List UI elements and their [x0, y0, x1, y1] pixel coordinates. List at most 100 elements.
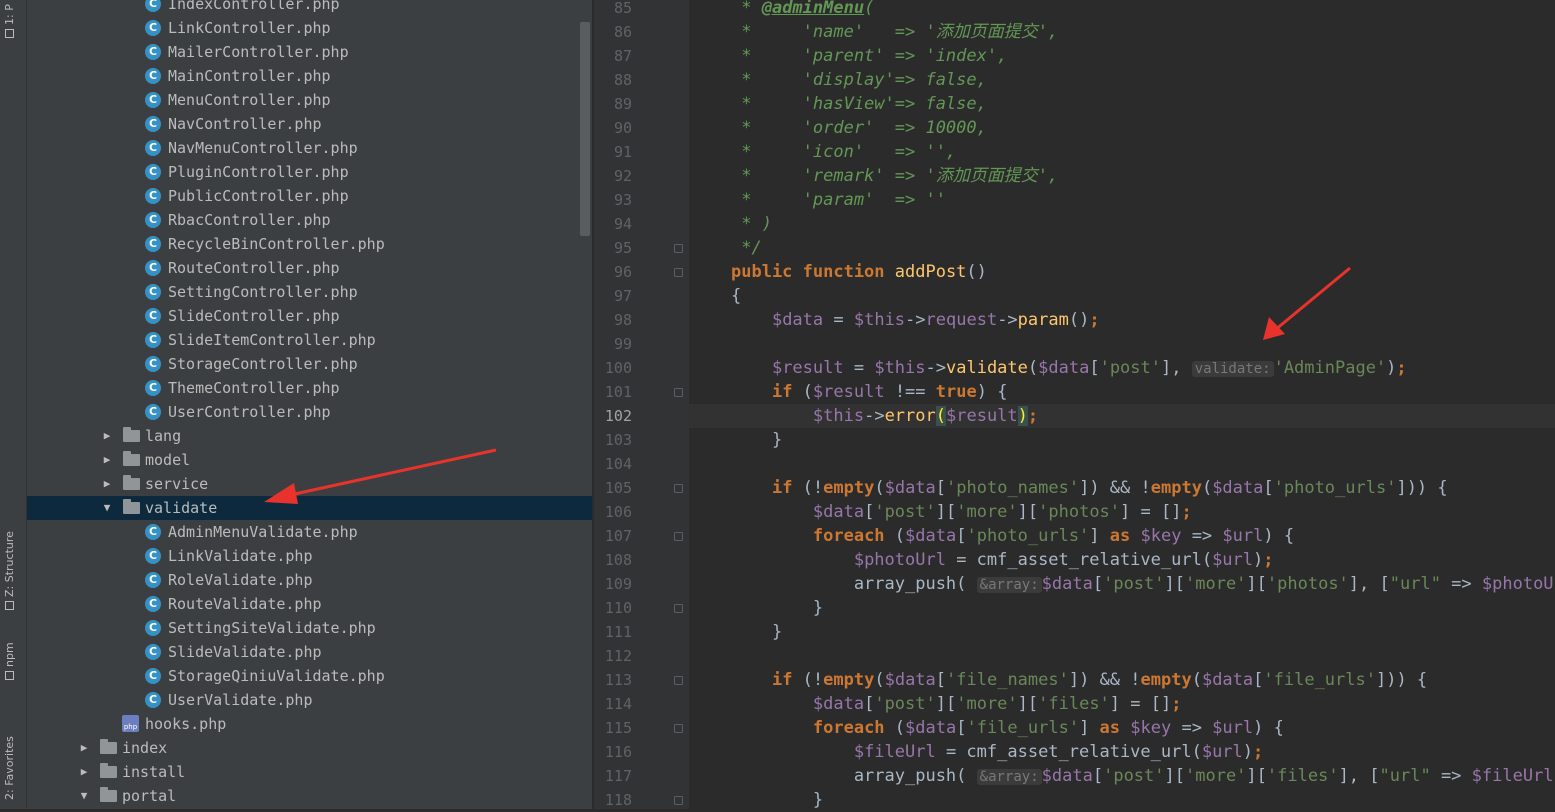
code-line[interactable]: $fileUrl = cmf_asset_relative_url($url);	[689, 740, 1555, 764]
code-line[interactable]: $data['post']['more']['photos'] = [];	[689, 500, 1555, 524]
code-line[interactable]	[689, 644, 1555, 668]
tree-file[interactable]: C LinkValidate.php	[27, 544, 592, 568]
tree-file[interactable]: C NavController.php	[27, 112, 592, 136]
code-line[interactable]: if (!empty($data['file_names']) && !empt…	[689, 668, 1555, 692]
code-token: $data	[1201, 670, 1254, 690]
tree-file[interactable]: php hooks.php	[27, 712, 592, 736]
tree-folder-portal[interactable]: ▼ portal	[27, 784, 592, 808]
chevron-right-icon[interactable]: ▶	[77, 736, 91, 760]
project-icon	[5, 29, 14, 38]
chevron-right-icon[interactable]: ▶	[100, 472, 114, 496]
tree-file[interactable]: C NavMenuController.php	[27, 136, 592, 160]
code-line[interactable]: * 'remark' => '添加页面提交',	[689, 164, 1555, 188]
code-line[interactable]: * 'parent' => 'index',	[689, 44, 1555, 68]
chevron-right-icon[interactable]: ▶	[100, 424, 114, 448]
code-line[interactable]: * 'hasView'=> false,	[689, 92, 1555, 116]
tree-folder-model[interactable]: ▶ model	[27, 448, 592, 472]
fold-marker-icon[interactable]	[674, 484, 683, 493]
tree-file[interactable]: C RouteValidate.php	[27, 592, 592, 616]
tree-file[interactable]: C ThemeController.php	[27, 376, 592, 400]
fold-marker-icon[interactable]	[674, 604, 683, 613]
code-line[interactable]: $result = $this->validate($data['post'],…	[689, 356, 1555, 380]
chevron-down-icon[interactable]: ▼	[77, 784, 91, 808]
tree-file[interactable]: C LinkController.php	[27, 16, 592, 40]
fold-marker-icon[interactable]	[674, 244, 683, 253]
code-line[interactable]: }	[689, 788, 1555, 809]
code-token: addPost	[894, 262, 967, 282]
tree-file[interactable]: C UserValidate.php	[27, 688, 592, 712]
tree-file[interactable]: C MailerController.php	[27, 40, 592, 64]
code-token: 'file_names'	[946, 670, 1069, 690]
project-tool-tab[interactable]: 1: P	[3, 4, 16, 38]
tree-file[interactable]: C SlideItemController.php	[27, 328, 592, 352]
code-line[interactable]: array_push( &array: $data['post']['more']…	[689, 764, 1555, 788]
code-token: * 'hasView'=> false,	[731, 94, 987, 114]
chevron-down-icon[interactable]: ▼	[100, 496, 114, 520]
npm-icon	[5, 671, 14, 680]
fold-marker-icon[interactable]	[674, 268, 683, 277]
code-line[interactable]: $this->error($result);	[689, 404, 1555, 428]
code-line[interactable]: array_push( &array: $data['post']['more']…	[689, 572, 1555, 596]
fold-marker-icon[interactable]	[674, 724, 683, 733]
code-line[interactable]: * )	[689, 212, 1555, 236]
code-line[interactable]: public function addPost()	[689, 260, 1555, 284]
tree-file[interactable]: C RecycleBinController.php	[27, 232, 592, 256]
code-line[interactable]: foreach ($data['photo_urls'] as $key => …	[689, 524, 1555, 548]
tree-file[interactable]: C AdminMenuValidate.php	[27, 520, 592, 544]
favorites-tool-tab[interactable]: 2: Favorites	[3, 736, 16, 800]
code-line[interactable]: $photoUrl = cmf_asset_relative_url($url)…	[689, 548, 1555, 572]
tree-file[interactable]: C SlideValidate.php	[27, 640, 592, 664]
code-line[interactable]: * 'icon' => '',	[689, 140, 1555, 164]
code-line[interactable]: * @adminMenu(	[689, 0, 1555, 20]
tree-scrollbar[interactable]	[580, 22, 590, 236]
npm-tab-label: npm	[3, 642, 16, 667]
tree-file[interactable]: C SettingController.php	[27, 280, 592, 304]
chevron-right-icon[interactable]: ▶	[100, 448, 114, 472]
code-line[interactable]: * 'display'=> false,	[689, 68, 1555, 92]
tree-folder-index[interactable]: ▶ index	[27, 736, 592, 760]
code-line[interactable]	[689, 452, 1555, 476]
code-line[interactable]: $data = $this->request->param();	[689, 308, 1555, 332]
tree-file[interactable]: C StorageController.php	[27, 352, 592, 376]
tree-folder-lang[interactable]: ▶ lang	[27, 424, 592, 448]
code-line[interactable]	[689, 332, 1555, 356]
tree-file[interactable]: C MainController.php	[27, 64, 592, 88]
code-line[interactable]: * 'param' => ''	[689, 188, 1555, 212]
code-line[interactable]: if (!empty($data['photo_names']) && !emp…	[689, 476, 1555, 500]
tree-folder-validate[interactable]: ▼ validate	[27, 496, 592, 520]
tree-file[interactable]: C StorageQiniuValidate.php	[27, 664, 592, 688]
code-line[interactable]: }	[689, 428, 1555, 452]
code-editor[interactable]: * @adminMenu( * 'name' => '添加页面提交', * 'p…	[689, 0, 1555, 809]
tree-file[interactable]: C RbacController.php	[27, 208, 592, 232]
structure-tool-tab[interactable]: Z: Structure	[3, 531, 16, 610]
tree-file[interactable]: C PublicController.php	[27, 184, 592, 208]
code-line[interactable]: }	[689, 620, 1555, 644]
code-line[interactable]: foreach ($data['file_urls'] as $key => $…	[689, 716, 1555, 740]
tree-file[interactable]: C SettingSiteValidate.php	[27, 616, 592, 640]
code-line[interactable]: * 'order' => 10000,	[689, 116, 1555, 140]
code-line[interactable]: */	[689, 236, 1555, 260]
fold-marker-icon[interactable]	[674, 388, 683, 397]
code-line[interactable]: {	[689, 284, 1555, 308]
chevron-right-icon[interactable]: ▶	[77, 760, 91, 784]
tree-folder-install[interactable]: ▶ install	[27, 760, 592, 784]
tree-file[interactable]: C RouteController.php	[27, 256, 592, 280]
fold-marker-icon[interactable]	[674, 532, 683, 541]
code-line[interactable]: if ($result !== true) {	[689, 380, 1555, 404]
fold-marker-icon[interactable]	[674, 676, 683, 685]
tree-file[interactable]: C IndexController.php	[27, 0, 592, 16]
tree-file[interactable]: C RoleValidate.php	[27, 568, 592, 592]
tree-file[interactable]: C UserController.php	[27, 400, 592, 424]
tree-folder-service[interactable]: ▶ service	[27, 472, 592, 496]
npm-tool-tab[interactable]: npm	[3, 642, 16, 680]
project-tree[interactable]: C IndexController.php C LinkController.php C…	[27, 0, 592, 809]
tree-file[interactable]: C MenuController.php	[27, 88, 592, 112]
code-line[interactable]: }	[689, 596, 1555, 620]
tree-file[interactable]: C PluginController.php	[27, 160, 592, 184]
code-line[interactable]: $data['post']['more']['files'] = [];	[689, 692, 1555, 716]
code-line[interactable]: * 'name' => '添加页面提交',	[689, 20, 1555, 44]
code-token: $fileUrl	[1471, 766, 1554, 786]
tree-file[interactable]: C SlideController.php	[27, 304, 592, 328]
fold-marker-icon[interactable]	[674, 796, 683, 805]
